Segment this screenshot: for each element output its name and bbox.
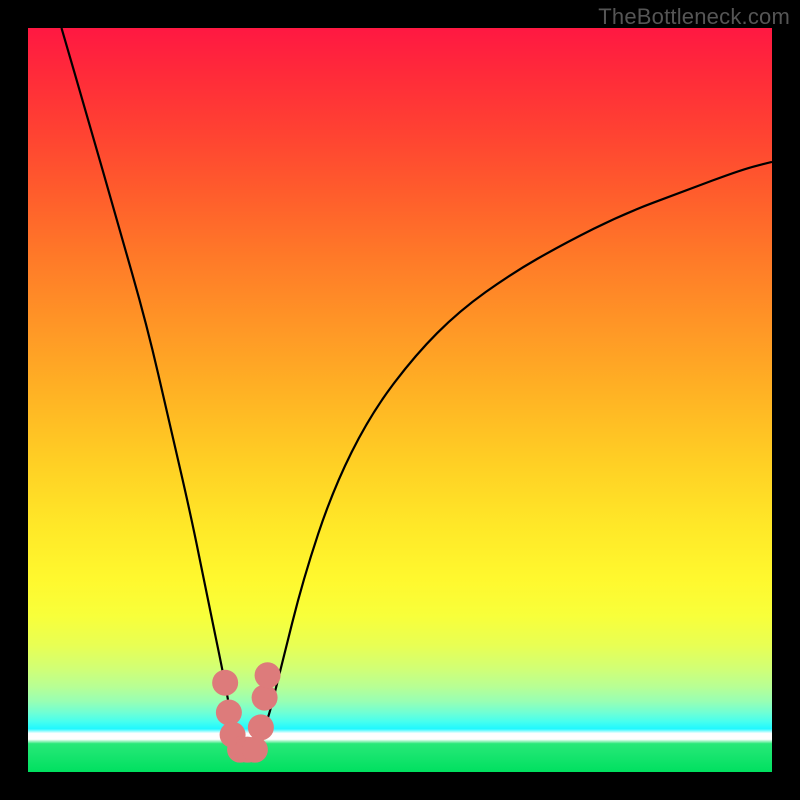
threshold-marker (216, 699, 242, 725)
threshold-marker (252, 685, 278, 711)
threshold-marker (242, 737, 268, 763)
threshold-marker (248, 714, 274, 740)
plot-area (28, 28, 772, 772)
chart-frame: TheBottleneck.com (0, 0, 800, 800)
threshold-marker (212, 670, 238, 696)
bottleneck-curve (61, 28, 772, 750)
watermark-text: TheBottleneck.com (598, 4, 790, 30)
curve-layer (28, 28, 772, 772)
bottleneck-curve-path (61, 28, 772, 750)
threshold-marker (255, 662, 281, 688)
